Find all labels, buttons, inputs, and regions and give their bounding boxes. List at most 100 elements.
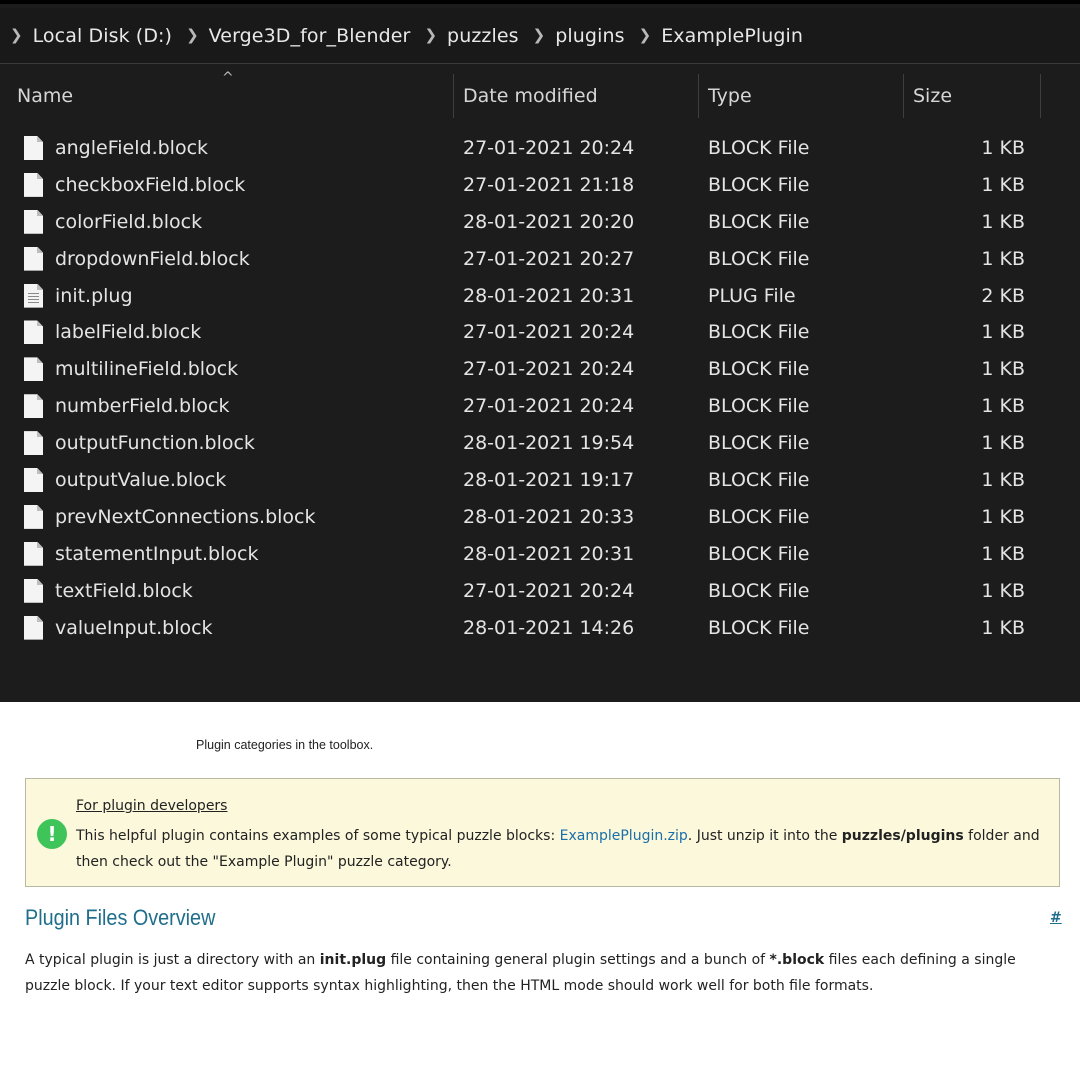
file-size: 1 KB xyxy=(981,137,1025,159)
file-date-modified: 28-01-2021 14:26 xyxy=(463,616,635,639)
column-name[interactable]: Name xyxy=(7,70,453,120)
exampleplugin-zip-link[interactable]: ExamplePlugin.zip xyxy=(560,828,688,844)
column-type[interactable]: Type xyxy=(698,70,903,120)
file-size: 1 KB xyxy=(981,432,1025,455)
file-date-modified: 27-01-2021 20:24 xyxy=(463,358,635,381)
file-row[interactable]: init.plug 28-01-2021 20:31 PLUG File 2 KB xyxy=(0,278,1080,315)
file-type: BLOCK File xyxy=(708,358,810,381)
file-icon xyxy=(24,615,44,640)
file-icon xyxy=(24,320,44,345)
file-type: BLOCK File xyxy=(708,432,810,455)
file-name: angleField.block xyxy=(55,137,209,159)
file-type: PLUG File xyxy=(708,284,796,307)
file-icon xyxy=(24,468,44,493)
file-date-modified: 27-01-2021 21:18 xyxy=(463,173,635,196)
file-size: 1 KB xyxy=(981,210,1025,233)
file-row[interactable]: angleField.block 27-01-2021 20:24 BLOCK Fi… xyxy=(0,130,1080,167)
file-row[interactable]: dropdownField.block 27-01-2021 20:27 BLOCK… xyxy=(0,241,1080,278)
file-size: 1 KB xyxy=(981,321,1025,344)
section-paragraph: A typical plugin is just a directory wit… xyxy=(25,952,1016,994)
file-date-modified: 27-01-2021 20:24 xyxy=(463,395,635,418)
file-name: dropdownField.block xyxy=(55,247,250,270)
file-type: BLOCK File xyxy=(708,395,810,418)
file-name: outputFunction.block xyxy=(55,432,255,455)
tip-title: For plugin developers xyxy=(76,798,228,814)
file-list: angleField.block 27-01-2021 20:24 BLOCK Fi… xyxy=(0,130,1080,646)
file-row[interactable]: numberField.block 27-01-2021 20:24 BLOCK F… xyxy=(0,388,1080,425)
chevron-right-icon[interactable]: ❯ xyxy=(424,26,437,44)
file-type: BLOCK File xyxy=(708,579,810,602)
file-row[interactable]: outputFunction.block 28-01-2021 19:54 BLOC… xyxy=(0,425,1080,462)
file-icon xyxy=(24,357,44,382)
breadcrumb-local-disk[interactable]: Local Disk (D:) xyxy=(33,25,173,47)
file-row[interactable]: valueInput.block 28-01-2021 14:26 BLOCK Fi… xyxy=(0,610,1080,647)
file-date-modified: 28-01-2021 20:33 xyxy=(463,505,635,528)
chevron-right-icon[interactable]: ❯ xyxy=(186,26,199,44)
file-name: colorField.block xyxy=(55,210,203,233)
file-row[interactable]: labelField.block 27-01-2021 20:24 BLOCK Fi… xyxy=(0,314,1080,351)
file-name: valueInput.block xyxy=(55,616,213,639)
file-name: textField.block xyxy=(55,579,193,602)
file-type: BLOCK File xyxy=(708,616,810,639)
file-row[interactable]: prevNextConnections.block 28-01-2021 20:3… xyxy=(0,499,1080,536)
file-icon xyxy=(24,246,44,271)
tip-text: This helpful plugin contains examples of… xyxy=(76,828,1040,870)
file-date-modified: 28-01-2021 20:31 xyxy=(463,542,635,565)
file-name: numberField.block xyxy=(55,395,230,418)
file-row[interactable]: outputValue.block 28-01-2021 19:17 BLOCK F… xyxy=(0,462,1080,499)
address-bar[interactable]: ❯ Local Disk (D:) ❯ Verge3D_for_Blender … xyxy=(0,8,1080,64)
file-icon xyxy=(24,578,44,603)
column-date-modified[interactable]: Date modified xyxy=(453,70,698,120)
file-type: BLOCK File xyxy=(708,210,810,233)
file-size: 1 KB xyxy=(981,358,1025,381)
heading-anchor-link[interactable]: # xyxy=(1050,910,1062,926)
file-row[interactable]: checkboxField.block 27-01-2021 21:18 BLOCK… xyxy=(0,167,1080,204)
breadcrumb-exampleplugin[interactable]: ExamplePlugin xyxy=(661,25,803,47)
tip-box: ! For plugin developers This helpful plu… xyxy=(25,778,1060,887)
file-type: BLOCK File xyxy=(708,505,810,528)
file-row[interactable]: textField.block 27-01-2021 20:24 BLOCK Fil… xyxy=(0,573,1080,610)
file-name: checkboxField.block xyxy=(55,173,246,196)
file-date-modified: 27-01-2021 20:24 xyxy=(463,137,635,159)
file-date-modified: 28-01-2021 20:31 xyxy=(463,284,635,307)
file-row[interactable]: colorField.block 28-01-2021 20:20 BLOCK Fi… xyxy=(0,204,1080,241)
file-type: BLOCK File xyxy=(708,542,810,565)
file-row[interactable]: multilineField.block 27-01-2021 20:24 BLOC… xyxy=(0,351,1080,388)
breadcrumb-plugins[interactable]: plugins xyxy=(555,25,624,47)
file-name: multilineField.block xyxy=(55,358,239,381)
file-date-modified: 28-01-2021 19:17 xyxy=(463,469,635,492)
chevron-right-icon[interactable]: ❯ xyxy=(10,26,23,44)
image-caption: Plugin categories in the toolbox. xyxy=(196,738,374,752)
file-name: statementInput.block xyxy=(55,542,259,565)
file-date-modified: 28-01-2021 20:20 xyxy=(463,210,635,233)
column-divider[interactable] xyxy=(1040,74,1041,118)
file-date-modified: 28-01-2021 19:54 xyxy=(463,432,635,455)
file-name: prevNextConnections.block xyxy=(55,505,316,528)
chevron-right-icon[interactable]: ❯ xyxy=(639,26,652,44)
file-type: BLOCK File xyxy=(708,469,810,492)
column-size[interactable]: Size xyxy=(903,70,1040,120)
file-type: BLOCK File xyxy=(708,137,810,159)
file-icon xyxy=(24,504,44,529)
file-icon xyxy=(24,541,44,566)
file-date-modified: 27-01-2021 20:24 xyxy=(463,579,635,602)
file-date-modified: 27-01-2021 20:27 xyxy=(463,247,635,270)
file-explorer: ❯ Local Disk (D:) ❯ Verge3D_for_Blender … xyxy=(0,0,1080,702)
file-type: BLOCK File xyxy=(708,321,810,344)
file-size: 1 KB xyxy=(981,542,1025,565)
breadcrumb-puzzles[interactable]: puzzles xyxy=(447,25,519,47)
breadcrumb-verge3d[interactable]: Verge3D_for_Blender xyxy=(209,25,411,47)
file-icon xyxy=(24,136,44,160)
file-size: 1 KB xyxy=(981,579,1025,602)
section-heading: Plugin Files Overview xyxy=(25,905,216,930)
chevron-right-icon[interactable]: ❯ xyxy=(533,26,546,44)
file-size: 1 KB xyxy=(981,469,1025,492)
file-size: 1 KB xyxy=(981,247,1025,270)
file-size: 1 KB xyxy=(981,616,1025,639)
file-row[interactable]: statementInput.block 28-01-2021 20:31 BLOC… xyxy=(0,536,1080,573)
column-header: ^ Name Date modified Type Size xyxy=(0,70,1080,120)
file-size: 1 KB xyxy=(981,505,1025,528)
file-size: 1 KB xyxy=(981,173,1025,196)
file-name: labelField.block xyxy=(55,321,202,344)
file-icon xyxy=(24,209,44,234)
